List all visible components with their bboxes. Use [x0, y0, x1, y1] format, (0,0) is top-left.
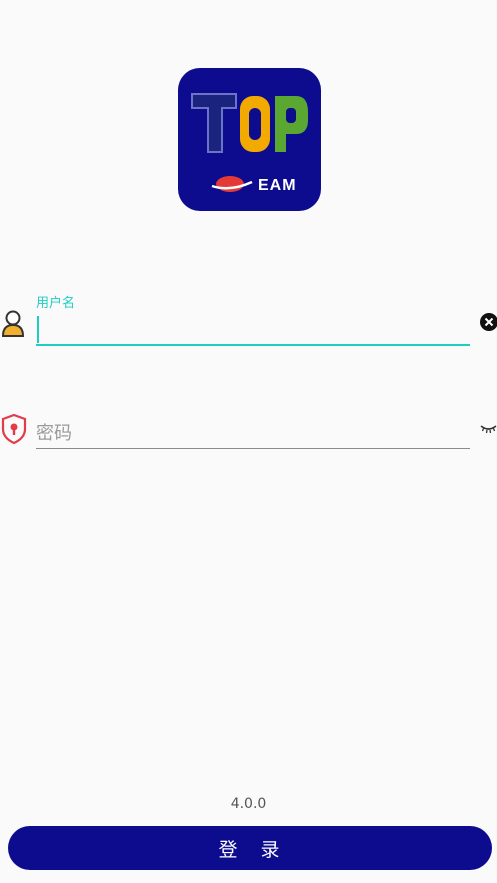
eye-closed-icon[interactable] [480, 420, 497, 439]
version-label: 4.0.0 [230, 796, 267, 812]
password-underline [36, 448, 470, 449]
logo-mark [191, 93, 308, 192]
login-button[interactable]: 登 录 [8, 826, 492, 870]
username-label: 用户名 [36, 296, 76, 311]
logo-eam-text: EAM [258, 177, 297, 194]
app-logo: EAM [178, 68, 321, 211]
lock-shield-icon [0, 413, 28, 449]
password-input[interactable] [36, 418, 470, 448]
text-caret [37, 316, 39, 343]
clear-icon[interactable] [480, 313, 497, 335]
username-field: 用户名 [0, 286, 497, 350]
username-underline [36, 344, 470, 346]
user-icon [0, 308, 26, 342]
password-field [0, 400, 497, 456]
username-input[interactable] [36, 314, 470, 344]
